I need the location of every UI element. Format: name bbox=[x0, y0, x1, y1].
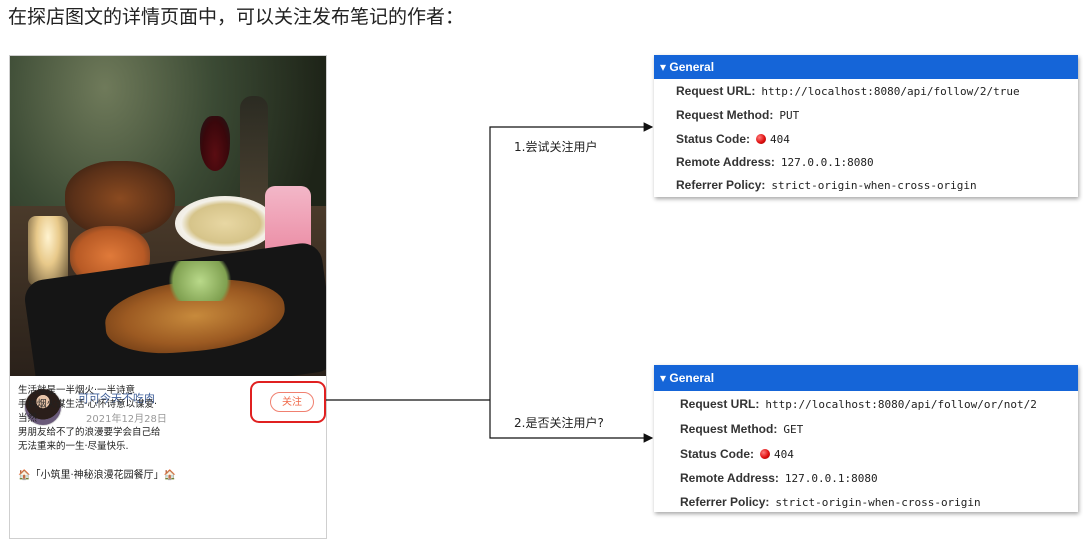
arrow-label-follow: 1.尝试关注用户 bbox=[514, 140, 598, 154]
panel-header[interactable]: ▾ General bbox=[654, 365, 1078, 391]
status-error-icon bbox=[756, 134, 767, 144]
devtools-general-panel-follow: ▾ General Request URL: http://localhost:8… bbox=[654, 55, 1078, 197]
referrer-policy-row: Referrer Policy: strict-origin-when-cross… bbox=[676, 178, 977, 192]
status-code-row: Status Code: 404 bbox=[676, 132, 790, 146]
remote-address-value: 127.0.0.1:8080 bbox=[780, 156, 874, 169]
request-url-value: http://localhost:8080/api/follow/2/true bbox=[761, 85, 1020, 98]
status-code-value: 404 bbox=[774, 448, 794, 461]
arrow-label-check-follow: 2.是否关注用户? bbox=[514, 416, 604, 430]
request-method-value: PUT bbox=[779, 109, 800, 122]
referrer-policy-value: strict-origin-when-cross-origin bbox=[771, 179, 977, 192]
remote-address-value: 127.0.0.1:8080 bbox=[784, 472, 878, 485]
status-code-value: 404 bbox=[770, 133, 790, 146]
remote-address-row: Remote Address: 127.0.0.1:8080 bbox=[676, 155, 874, 169]
request-method-row: Request Method: GET bbox=[680, 422, 804, 436]
request-method-value: GET bbox=[783, 423, 804, 436]
status-code-row: Status Code: 404 bbox=[680, 447, 794, 461]
referrer-policy-row: Referrer Policy: strict-origin-when-cross… bbox=[680, 495, 981, 509]
request-url-row: Request URL: http://localhost:8080/api/fo… bbox=[680, 397, 1037, 411]
status-error-icon bbox=[760, 449, 771, 459]
request-method-row: Request Method: PUT bbox=[676, 108, 800, 122]
request-url-value: http://localhost:8080/api/follow/or/not/… bbox=[765, 398, 1037, 411]
remote-address-row: Remote Address: 127.0.0.1:8080 bbox=[680, 471, 878, 485]
referrer-policy-value: strict-origin-when-cross-origin bbox=[775, 496, 981, 509]
request-url-row: Request URL: http://localhost:8080/api/fo… bbox=[676, 84, 1020, 98]
devtools-general-panel-check-follow: ▾ General Request URL: http://localhost:8… bbox=[654, 365, 1078, 512]
panel-header[interactable]: ▾ General bbox=[654, 55, 1078, 79]
